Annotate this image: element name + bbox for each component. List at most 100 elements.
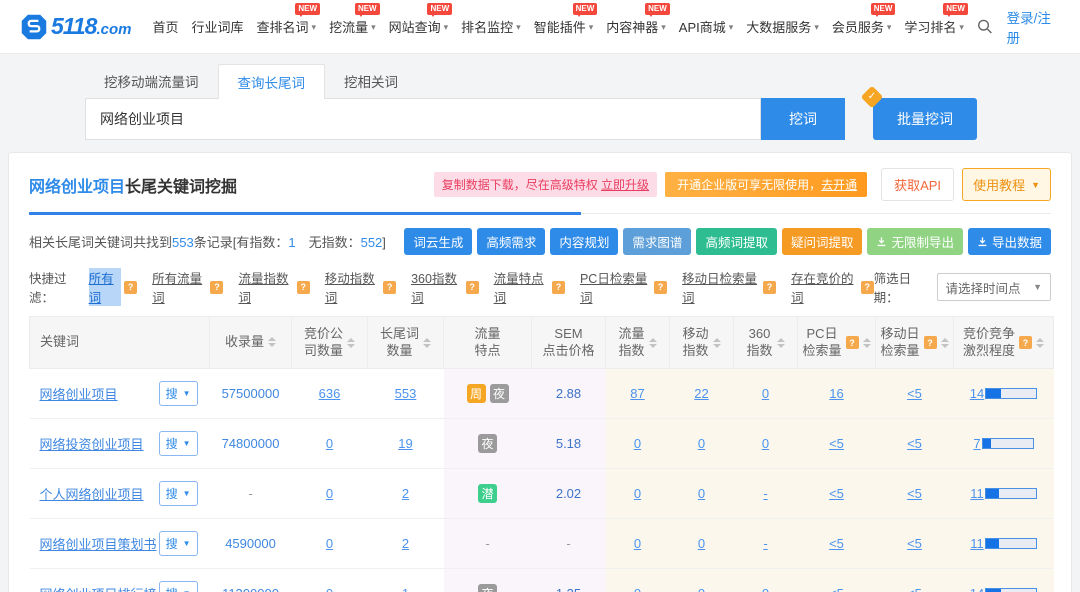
mobile-index-link[interactable]: 22 xyxy=(694,386,708,401)
search-dropdown-button[interactable]: 搜▼ xyxy=(159,431,198,456)
nav-item-2[interactable]: 查排名词▾NEW xyxy=(257,17,317,36)
help-icon[interactable]: ? xyxy=(210,281,223,294)
filter-link-8[interactable]: 存在竞价的词 xyxy=(791,268,858,306)
longtail-count-link[interactable]: 2 xyxy=(402,486,409,501)
search-dropdown-button[interactable]: 搜▼ xyxy=(159,531,198,556)
login-register-link[interactable]: 登录/注册 xyxy=(1007,7,1060,47)
mobile-daily-search-link[interactable]: <5 xyxy=(907,386,922,401)
help-icon[interactable]: ? xyxy=(466,281,479,294)
column-header-7[interactable]: 移动指数 xyxy=(670,317,734,369)
help-icon[interactable]: ? xyxy=(763,281,776,294)
column-header-3[interactable]: 长尾词数量 xyxy=(368,317,444,369)
keyword-link[interactable]: 网络创业项目排行榜 xyxy=(40,584,157,592)
search-icon[interactable] xyxy=(977,18,993,35)
bid-companies-link[interactable]: 0 xyxy=(326,536,333,551)
filter-link-5[interactable]: 流量特点词 xyxy=(494,268,549,306)
index-360-link[interactable]: 0 xyxy=(762,586,769,592)
index-360-link[interactable]: 0 xyxy=(762,386,769,401)
flow-index-link[interactable]: 0 xyxy=(634,586,641,592)
keyword-link[interactable]: 网络创业项目 xyxy=(40,384,118,403)
column-header-1[interactable]: 收录量 xyxy=(210,317,292,369)
action-button-5[interactable]: 疑问词提取 xyxy=(782,228,863,255)
pc-daily-search-link[interactable]: <5 xyxy=(829,586,844,592)
logo[interactable]: 5118 .com xyxy=(20,13,131,41)
index-360-link[interactable]: - xyxy=(763,536,767,551)
column-header-9[interactable]: PC日检索量? xyxy=(798,317,876,369)
date-select[interactable]: 请选择时间点 ▼ xyxy=(937,273,1051,301)
nav-item-9[interactable]: 大数据服务▾ xyxy=(746,17,819,36)
pc-daily-search-link[interactable]: <5 xyxy=(829,536,844,551)
help-icon[interactable]: ? xyxy=(654,281,667,294)
help-icon[interactable]: ? xyxy=(924,336,937,349)
filter-link-3[interactable]: 移动指数词 xyxy=(325,268,380,306)
action-button-7[interactable]: 导出数据 xyxy=(968,228,1051,255)
bid-heat-link[interactable]: 7 xyxy=(973,436,980,451)
filter-link-7[interactable]: 移动日检索量词 xyxy=(682,268,760,306)
nav-item-10[interactable]: 会员服务▾NEW xyxy=(832,17,892,36)
mobile-daily-search-link[interactable]: <5 xyxy=(907,536,922,551)
tab-0[interactable]: 挖移动端流量词 xyxy=(85,64,218,98)
action-button-4[interactable]: 高频词提取 xyxy=(696,228,777,255)
filter-link-2[interactable]: 流量指数词 xyxy=(238,268,293,306)
pc-daily-search-link[interactable]: <5 xyxy=(829,436,844,451)
help-icon[interactable]: ? xyxy=(1019,336,1032,349)
bid-companies-link[interactable]: 636 xyxy=(319,386,341,401)
nav-item-0[interactable]: 首页 xyxy=(152,17,178,36)
search-dropdown-button[interactable]: 搜▼ xyxy=(159,481,198,506)
mobile-daily-search-link[interactable]: <5 xyxy=(907,436,922,451)
mobile-index-link[interactable]: 0 xyxy=(698,586,705,592)
bid-companies-link[interactable]: 0 xyxy=(326,586,333,592)
mobile-index-link[interactable]: 0 xyxy=(698,436,705,451)
column-header-10[interactable]: 移动日检索量? xyxy=(876,317,954,369)
nav-item-3[interactable]: 挖流量▾NEW xyxy=(329,17,376,36)
filter-link-6[interactable]: PC日检索量词 xyxy=(580,268,651,306)
index-360-link[interactable]: 0 xyxy=(762,436,769,451)
nav-item-11[interactable]: 学习排名▾NEW xyxy=(904,17,964,36)
nav-item-4[interactable]: 网站查询▾NEW xyxy=(389,17,449,36)
help-icon[interactable]: ? xyxy=(124,281,137,294)
flow-index-link[interactable]: 0 xyxy=(634,436,641,451)
flow-index-link[interactable]: 0 xyxy=(634,486,641,501)
nav-item-6[interactable]: 智能插件▾NEW xyxy=(534,17,594,36)
filter-link-1[interactable]: 所有流量词 xyxy=(152,268,207,306)
longtail-count-link[interactable]: 2 xyxy=(402,536,409,551)
action-button-3[interactable]: 需求图谱 xyxy=(623,228,691,255)
bid-heat-link[interactable]: 14 xyxy=(970,386,984,401)
filter-link-0[interactable]: 所有词 xyxy=(89,268,122,306)
bid-heat-link[interactable]: 11 xyxy=(970,486,984,501)
mobile-index-link[interactable]: 0 xyxy=(698,536,705,551)
search-dropdown-button[interactable]: 搜▼ xyxy=(159,381,198,406)
mobile-daily-search-link[interactable]: <5 xyxy=(907,586,922,592)
keyword-link[interactable]: 网络创业项目策划书 xyxy=(40,534,157,553)
batch-dig-button[interactable]: 批量挖词 xyxy=(873,98,977,140)
longtail-count-link[interactable]: 19 xyxy=(398,436,412,451)
filter-link-4[interactable]: 360指数词 xyxy=(411,268,463,306)
nav-item-5[interactable]: 排名监控▾ xyxy=(461,17,521,36)
dig-words-button[interactable]: 挖词 xyxy=(761,98,845,140)
bid-companies-link[interactable]: 0 xyxy=(326,486,333,501)
index-360-link[interactable]: - xyxy=(763,486,767,501)
nav-item-8[interactable]: API商城▾ xyxy=(679,17,734,36)
pc-daily-search-link[interactable]: <5 xyxy=(829,486,844,501)
keyword-link[interactable]: 个人网络创业项目 xyxy=(40,484,144,503)
search-dropdown-button[interactable]: 搜▼ xyxy=(159,581,198,592)
help-icon[interactable]: ? xyxy=(846,336,859,349)
bid-heat-link[interactable]: 11 xyxy=(970,536,984,551)
help-icon[interactable]: ? xyxy=(861,281,874,294)
mobile-index-link[interactable]: 0 xyxy=(698,486,705,501)
bid-companies-link[interactable]: 0 xyxy=(326,436,333,451)
action-button-0[interactable]: 词云生成 xyxy=(404,228,472,255)
keyword-input[interactable] xyxy=(85,98,761,140)
upgrade-link[interactable]: 立即升级 xyxy=(601,178,649,192)
longtail-count-link[interactable]: 1 xyxy=(402,586,409,592)
mobile-daily-search-link[interactable]: <5 xyxy=(907,486,922,501)
flow-index-link[interactable]: 87 xyxy=(630,386,644,401)
tab-1[interactable]: 查询长尾词 xyxy=(218,64,326,99)
action-button-1[interactable]: 高频需求 xyxy=(477,228,545,255)
action-button-6[interactable]: 无限制导出 xyxy=(867,228,963,255)
pc-daily-search-link[interactable]: 16 xyxy=(829,386,843,401)
column-header-2[interactable]: 竞价公司数量 xyxy=(292,317,368,369)
flow-index-link[interactable]: 0 xyxy=(634,536,641,551)
nav-item-7[interactable]: 内容神器▾NEW xyxy=(606,17,666,36)
longtail-count-link[interactable]: 553 xyxy=(395,386,417,401)
